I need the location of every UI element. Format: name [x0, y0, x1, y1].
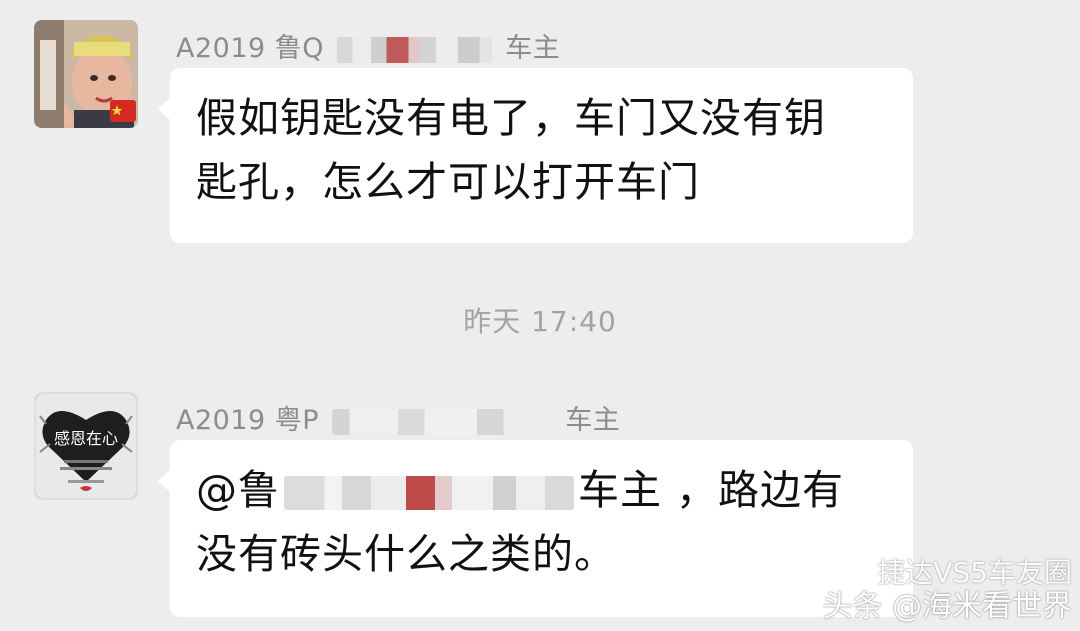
watermark: 捷达VS5车友圈 头条 @海米看世界	[812, 556, 1072, 624]
avatar-poster-title: 感恩在心	[54, 429, 118, 448]
mention-prefix[interactable]: @鲁	[196, 466, 280, 514]
sender-name: A2019 鲁Q 车主	[176, 26, 560, 65]
redacted-blur	[284, 476, 574, 510]
watermark-line: 头条 @海米看世界	[822, 589, 1072, 624]
mention-suffix: 车主 ，路边有	[578, 466, 845, 514]
message-line: 假如钥匙没有电了，车门又没有钥	[196, 94, 826, 142]
avatar[interactable]: 感恩在心	[34, 392, 138, 500]
message-bubble[interactable]: 假如钥匙没有电了，车门又没有钥 匙孔，怎么才可以打开车门	[158, 68, 913, 243]
avatar[interactable]	[34, 20, 138, 128]
sender-name-suffix: 车主	[565, 405, 621, 436]
watermark-line: 捷达VS5车友圈	[877, 556, 1072, 589]
avatar-poster-icon: 感恩在心	[36, 394, 136, 498]
message-line: @鲁 车主 ，路边有	[196, 458, 887, 522]
avatar-photo-icon	[34, 20, 138, 128]
redacted-blur	[332, 408, 553, 435]
message-line: 没有砖头什么之类的。	[196, 530, 616, 578]
sender-name-suffix: 车主	[505, 33, 561, 64]
message-bubble[interactable]: @鲁 车主 ，路边有 没有砖头什么之类的。	[158, 440, 913, 617]
message-line: 匙孔，怎么才可以打开车门	[196, 158, 700, 206]
chat-window: A2019 鲁Q 车主 假如钥匙没有电了，车门又没有钥 匙孔，怎么才可以打开车门…	[0, 0, 1080, 631]
flag-icon	[110, 100, 136, 122]
sender-name-prefix: A2019 鲁Q	[176, 33, 325, 64]
sender-name-prefix: A2019 粤P	[176, 405, 320, 436]
redacted-blur	[337, 36, 493, 63]
sender-name: A2019 粤P 车主	[176, 398, 620, 437]
timestamp: 昨天 17:40	[463, 305, 617, 338]
